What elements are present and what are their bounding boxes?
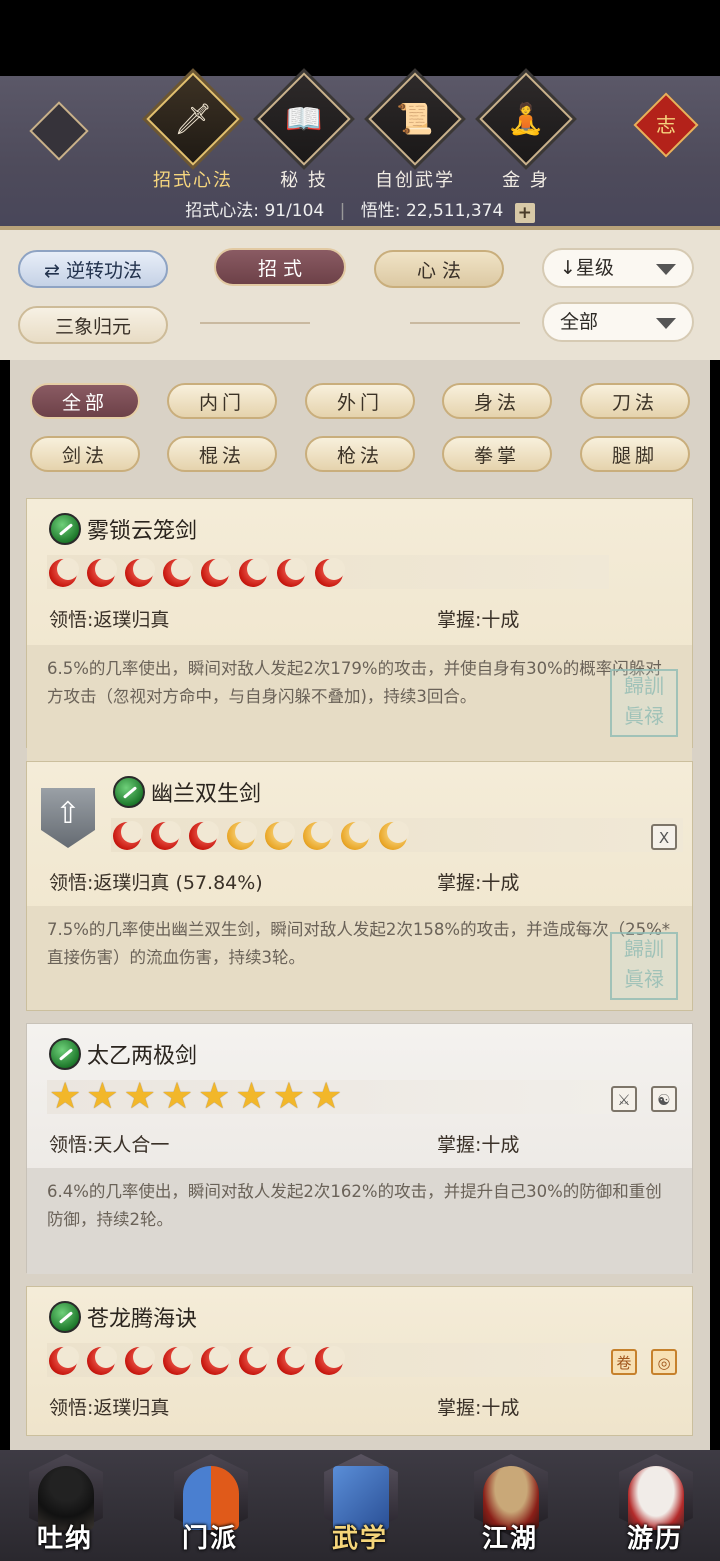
skill-description: 6.5%的几率使出，瞬间对敌人发起2次179%的攻击，并使自身有30%的概率闪躲… xyxy=(27,645,692,765)
star-bar: ★ ★ ★ ★ ★ ★ ★ ★ xyxy=(47,1076,619,1117)
cross-swords-badge-icon[interactable]: X xyxy=(651,824,677,850)
add-wuxing-button[interactable]: + xyxy=(514,203,535,223)
sword-skill-icon xyxy=(49,1038,81,1070)
star-icon: ★ xyxy=(198,1076,231,1117)
star-icon: ★ xyxy=(272,1076,305,1117)
star-icon: ★ xyxy=(123,1076,156,1117)
star-icon: ★ xyxy=(235,1076,268,1117)
red-moon-icon xyxy=(315,557,345,587)
ornament-line xyxy=(200,322,310,324)
sanxiang-guiyuan-button[interactable]: 三象归元 xyxy=(18,306,168,344)
red-moon-icon xyxy=(113,820,143,850)
seal-stamp: 歸訓 眞禄 xyxy=(610,932,678,1000)
sort-dropdown[interactable]: ↓星级 xyxy=(542,248,694,288)
tab-jinshen[interactable]: 🧘 金 身 xyxy=(479,72,573,192)
skill-card[interactable]: 雾锁云笼剑 领悟:返璞归真 掌握:十成 6.5%的几率使出，瞬间对敌人发起2次1… xyxy=(26,498,693,765)
red-moon-icon xyxy=(189,820,219,850)
rank-bar xyxy=(47,555,609,589)
red-moon-icon xyxy=(87,557,117,587)
scroll-badge-icon[interactable]: 卷 xyxy=(611,1349,637,1375)
rank-bar xyxy=(111,818,683,852)
star-icon: ★ xyxy=(309,1076,343,1117)
sword-badge-icon[interactable]: ⚔ xyxy=(611,1086,637,1112)
red-moon-icon xyxy=(277,1345,307,1375)
yinyang-badge-icon[interactable]: ☯ xyxy=(651,1086,677,1112)
nav-wuxue[interactable]: 武学 xyxy=(305,1450,415,1561)
nav-youli[interactable]: 游历 xyxy=(600,1450,710,1561)
meditation-icon: 🧘 xyxy=(507,101,545,137)
category-waimen[interactable]: 外门 xyxy=(305,383,415,419)
eye-icon[interactable] xyxy=(29,101,89,161)
scroll-icon: 📜 xyxy=(396,101,434,137)
rank-bar xyxy=(47,1343,619,1377)
red-moon-icon xyxy=(315,1345,345,1375)
stats-line: 招式心法: 91/104 | 悟性: 22,511,374 + xyxy=(0,196,720,223)
star-icon: ★ xyxy=(86,1076,119,1117)
red-moon-icon xyxy=(151,820,181,850)
category-daofa[interactable]: 刀法 xyxy=(580,383,690,419)
ornament-line xyxy=(410,322,520,324)
gold-moon-icon xyxy=(379,820,409,850)
tab-miji[interactable]: 📖 秘 技 xyxy=(257,72,351,192)
red-moon-icon xyxy=(163,1345,193,1375)
chinese-knot-icon[interactable]: 志 xyxy=(633,92,699,158)
sword-skill-icon xyxy=(49,513,81,545)
nav-tuna[interactable]: 吐纳 xyxy=(10,1450,120,1561)
nav-menpai[interactable]: 门派 xyxy=(155,1450,265,1561)
category-tuijiao[interactable]: 腿脚 xyxy=(580,436,690,472)
tab-zhaoshi[interactable]: 招 式 xyxy=(214,248,346,286)
skills-header: 🗡 招式心法 📖 秘 技 📜 自创武学 🧘 金 身 志 招式心法: 91/104… xyxy=(0,72,720,230)
red-moon-icon xyxy=(277,557,307,587)
skill-description: 6.4%的几率使出，瞬间对敌人发起2次162%的攻击，并提升自己30%的防御和重… xyxy=(27,1168,692,1274)
red-moon-icon xyxy=(239,557,269,587)
tab-xinfa[interactable]: 心 法 xyxy=(374,250,504,288)
category-shenfa[interactable]: 身法 xyxy=(442,383,552,419)
tab-zichuang-wuxue[interactable]: 📜 自创武学 xyxy=(368,72,462,192)
seal-stamp: 歸訓 眞禄 xyxy=(610,669,678,737)
skill-description: 7.5%的几率使出幽兰双生剑，瞬间对敌人发起2次158%的攻击，并造成每次（25… xyxy=(27,906,692,1010)
category-quanzhang[interactable]: 拳掌 xyxy=(442,436,552,472)
red-moon-icon xyxy=(201,557,231,587)
star-icon: ★ xyxy=(160,1076,194,1117)
skill-card[interactable]: 苍龙腾海诀 卷 ◎ 领悟:返璞归真 掌握:十成 xyxy=(26,1286,693,1436)
gold-moon-icon xyxy=(265,820,295,850)
sword-icon: 🗡 xyxy=(173,101,213,137)
red-moon-icon xyxy=(163,557,193,587)
category-qiangfa[interactable]: 枪法 xyxy=(305,436,415,472)
gold-moon-icon xyxy=(227,820,257,850)
tab-zhaoshi-xinfa[interactable]: 🗡 招式心法 xyxy=(146,72,240,192)
star-icon: ★ xyxy=(49,1076,82,1117)
red-moon-icon xyxy=(87,1345,117,1375)
red-moon-icon xyxy=(239,1345,269,1375)
palm-skill-icon xyxy=(49,1301,81,1333)
category-jianfa[interactable]: 剑法 xyxy=(30,436,140,472)
red-moon-icon xyxy=(125,1345,155,1375)
range-dropdown[interactable]: 全部 xyxy=(542,302,694,342)
gold-moon-icon xyxy=(303,820,333,850)
sword-skill-icon xyxy=(113,776,145,808)
category-all[interactable]: 全部 xyxy=(30,383,140,419)
book-icon: 📖 xyxy=(285,101,323,137)
red-moon-icon xyxy=(49,557,79,587)
skill-card[interactable]: 幽兰双生剑 X 领悟:返璞归真 (57.84%) 掌握:十成 7.5%的几率使出… xyxy=(26,761,693,1011)
spiral-badge-icon[interactable]: ◎ xyxy=(651,1349,677,1375)
reverse-gongfa-button[interactable]: ⇄ 逆转功法 xyxy=(18,250,168,288)
red-moon-icon xyxy=(201,1345,231,1375)
red-moon-icon xyxy=(49,1345,79,1375)
red-moon-icon xyxy=(125,557,155,587)
nav-jianghu[interactable]: 江湖 xyxy=(455,1450,565,1561)
dropdown-arrow-icon xyxy=(656,264,676,275)
category-gunfa[interactable]: 棍法 xyxy=(167,436,277,472)
category-neimen[interactable]: 内门 xyxy=(167,383,277,419)
dropdown-arrow-icon xyxy=(656,318,676,329)
gold-moon-icon xyxy=(341,820,371,850)
skill-card[interactable]: 太乙两极剑 ★ ★ ★ ★ ★ ★ ★ ★ ⚔ ☯ 领悟:天人合一 掌握:十成 6.4%的几率… xyxy=(26,1023,693,1274)
